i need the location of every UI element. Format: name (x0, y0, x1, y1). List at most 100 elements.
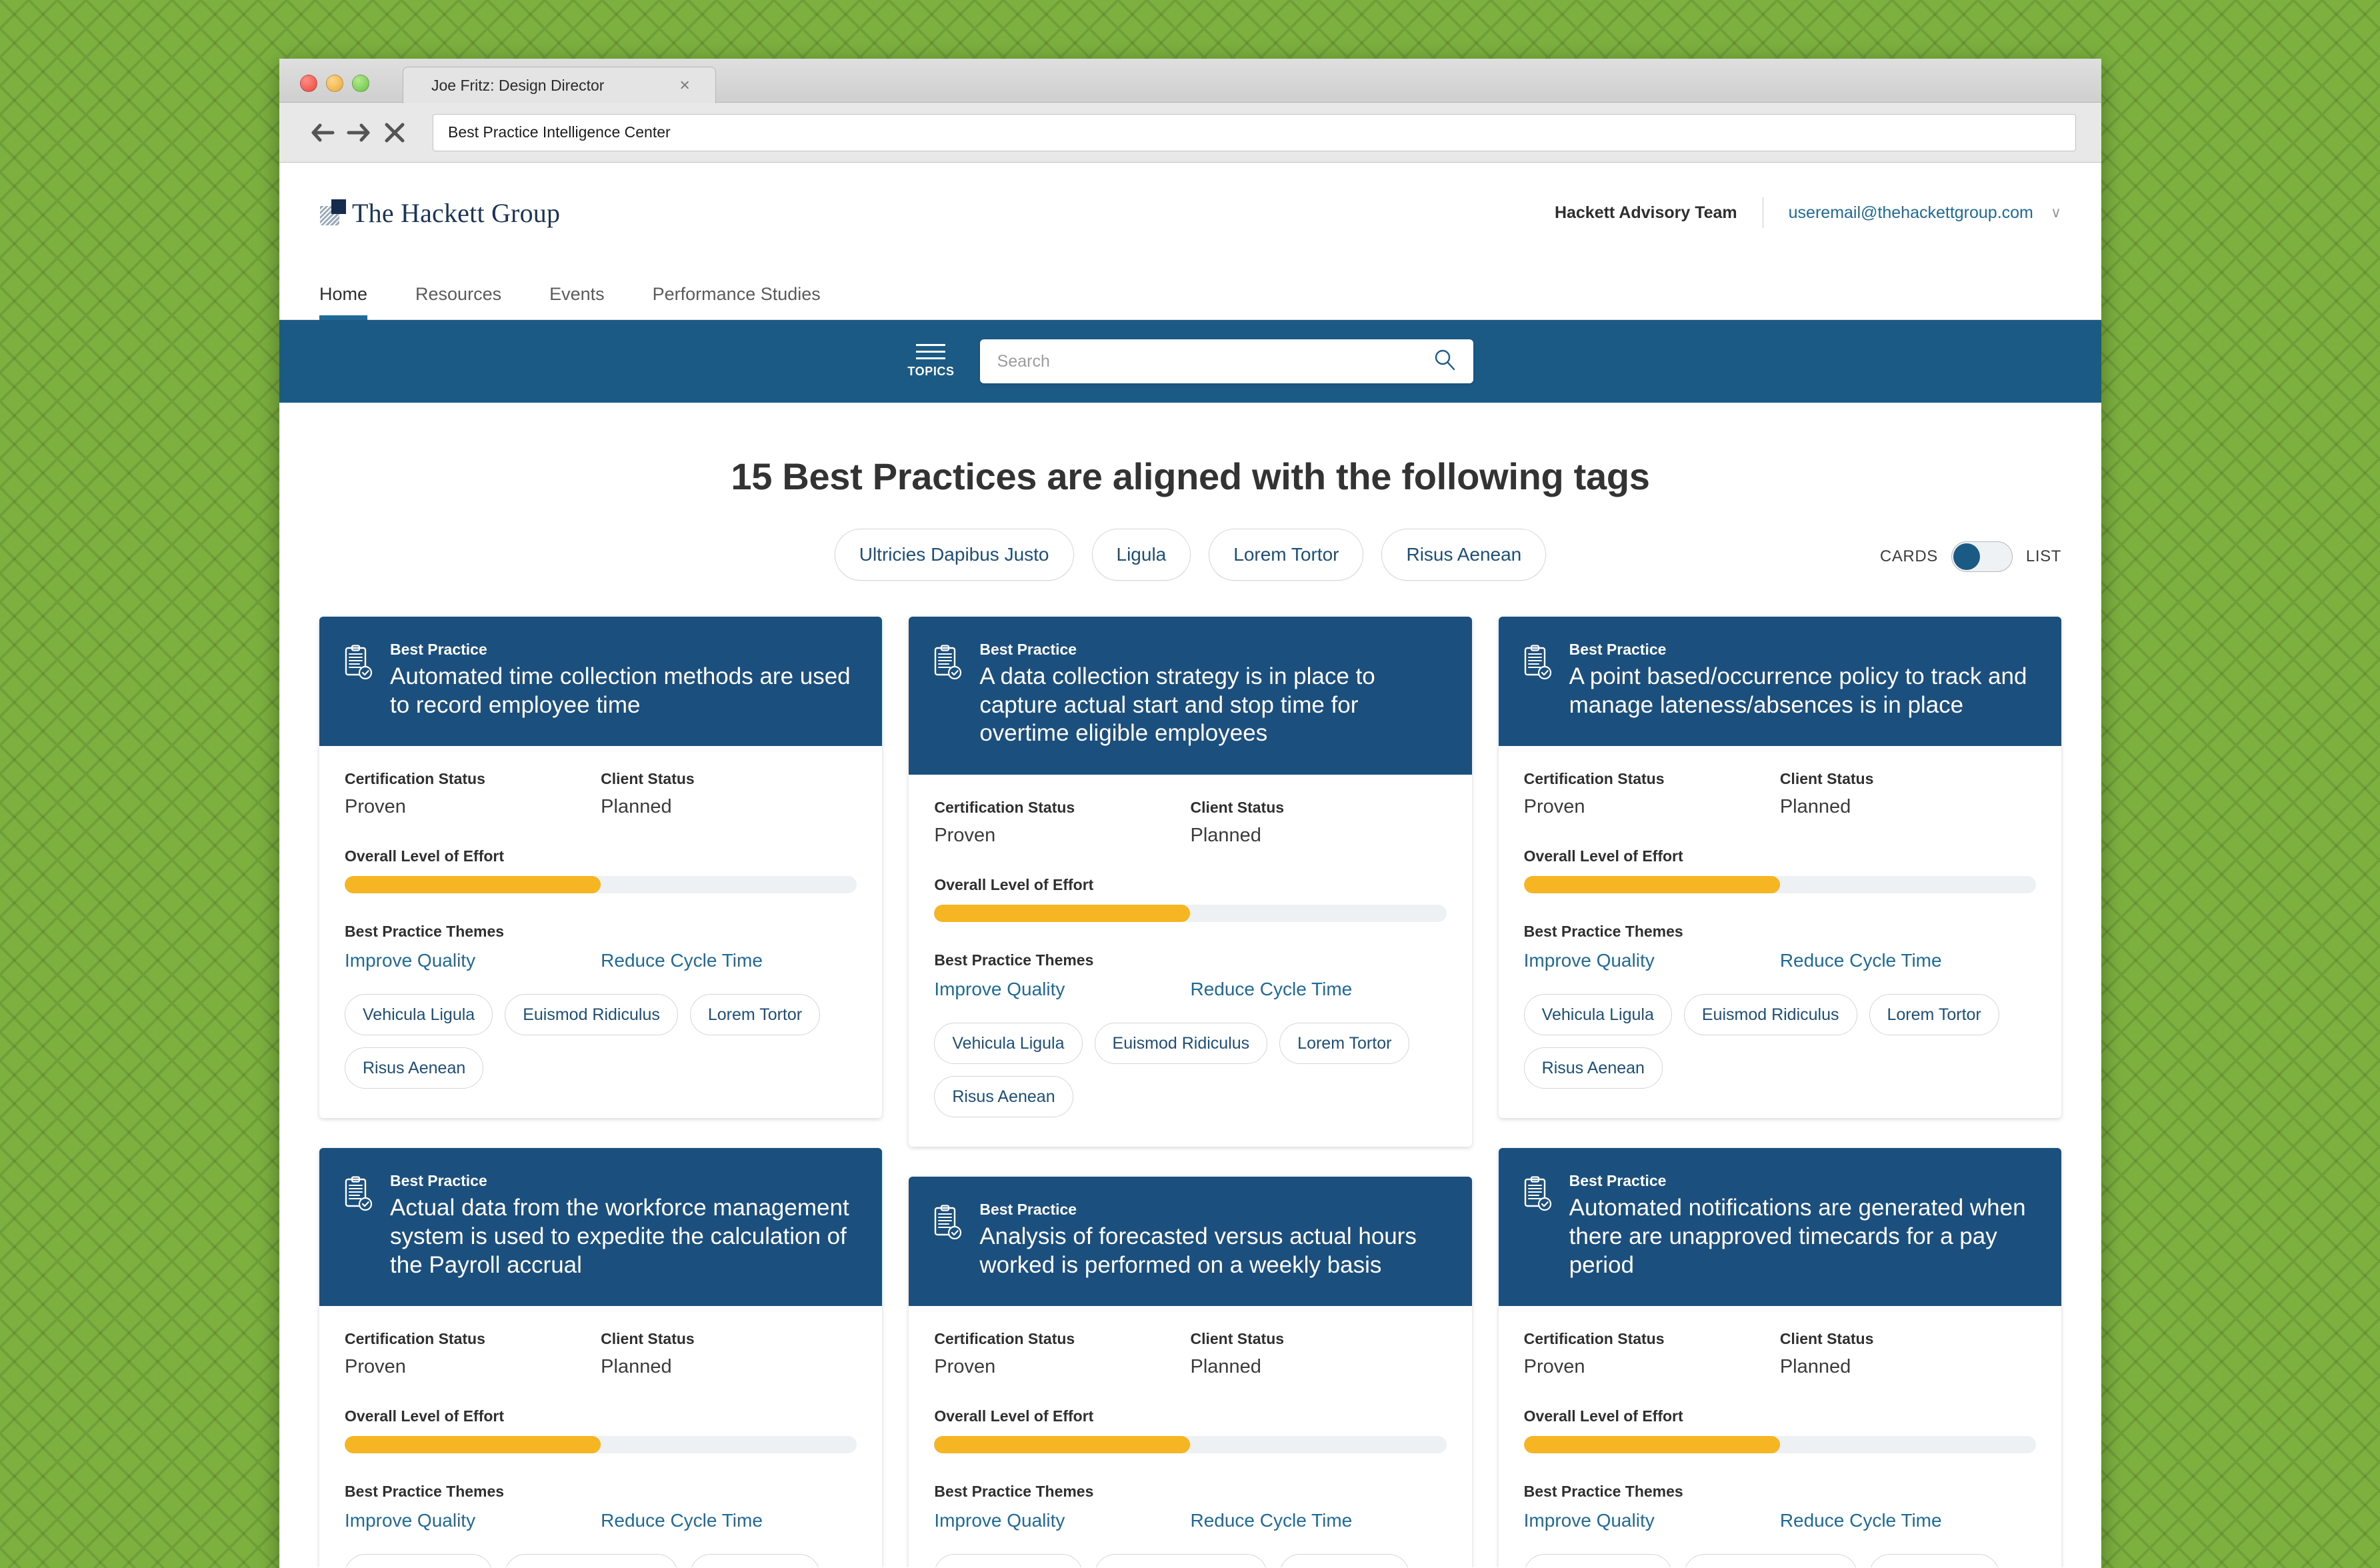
card-tag[interactable]: Vehicula Ligula (934, 1554, 1083, 1567)
clipboard-check-icon (1524, 645, 1551, 680)
card-theme-link[interactable]: Reduce Cycle Time (1190, 979, 1446, 1000)
filter-tag-1[interactable]: Ligula (1091, 529, 1191, 581)
best-practice-card[interactable]: Best Practice Automated notifications ar… (1498, 1148, 2061, 1567)
hackett-logo[interactable]: The Hackett Group (319, 197, 560, 229)
clipboard-check-icon (933, 1205, 963, 1279)
client-status-value: Planned (1779, 1356, 1851, 1378)
card-title: Actual data from the workforce managemen… (390, 1195, 849, 1278)
clipboard-check-icon (345, 645, 373, 680)
card-tag[interactable]: Lorem Tortor (689, 994, 821, 1036)
stop-x-icon[interactable] (377, 115, 413, 151)
effort-progress-bar (1523, 1436, 2036, 1454)
cards-view-label[interactable]: CARDS (1880, 547, 1938, 566)
card-tag[interactable]: Euismod Ridiculus (1094, 1554, 1268, 1567)
topics-menu-button[interactable]: TOPICS (907, 344, 954, 379)
nav-item-events[interactable]: Events (549, 284, 605, 319)
card-status-row: Certification Status Proven Client Statu… (345, 770, 857, 818)
card-theme-link[interactable]: Improve Quality (1524, 1510, 1780, 1531)
card-theme-link[interactable]: Improve Quality (1524, 950, 1780, 971)
card-tag[interactable]: Euismod Ridiculus (505, 994, 678, 1036)
effort-progress-fill (345, 1436, 601, 1454)
best-practice-card[interactable]: Best Practice Actual data from the workf… (319, 1148, 883, 1567)
card-tag[interactable]: Risus Aenean (934, 1076, 1073, 1118)
best-practice-card[interactable]: Best Practice Automated time collection … (319, 617, 883, 1119)
client-status-label: Client Status (1779, 770, 1874, 788)
minimize-window-button[interactable] (326, 75, 343, 92)
card-tag[interactable]: Risus Aenean (345, 1047, 484, 1089)
clipboard-check-icon (1523, 645, 1553, 719)
card-tag[interactable]: Euismod Ridiculus (1683, 1554, 1857, 1567)
card-tag[interactable]: Lorem Tortor (1869, 1554, 1999, 1567)
search-icon[interactable] (1433, 349, 1456, 375)
nav-item-resources[interactable]: Resources (415, 284, 501, 319)
browser-tab[interactable]: Joe Fritz: Design Director × (403, 67, 716, 103)
themes-label: Best Practice Themes (934, 951, 1094, 969)
close-window-button[interactable] (300, 75, 317, 92)
card-tag[interactable]: Euismod Ridiculus (1094, 1023, 1268, 1065)
card-tag[interactable]: Lorem Tortor (1279, 1554, 1410, 1567)
card-body: Certification Status Proven Client Statu… (909, 775, 1471, 1147)
card-themes: Improve Quality Reduce Cycle Time (345, 950, 857, 971)
card-theme-link[interactable]: Improve Quality (934, 979, 1190, 1000)
nav-item-home[interactable]: Home (319, 284, 368, 320)
card-body: Certification Status Proven Client Statu… (1499, 746, 2061, 1118)
card-themes: Improve Quality Reduce Cycle Time (1524, 1510, 2036, 1531)
card-tag[interactable]: Vehicula Ligula (1523, 994, 1672, 1036)
card-tag[interactable]: Vehicula Ligula (1523, 1554, 1672, 1567)
effort-progress-fill (1523, 876, 1780, 894)
maximize-window-button[interactable] (352, 75, 369, 92)
client-status: Client Status Planned (601, 1330, 857, 1378)
card-theme-link[interactable]: Reduce Cycle Time (1780, 950, 2036, 971)
card-tag-list: Vehicula Ligula Euismod Ridiculus Lorem To… (1523, 1554, 2036, 1567)
back-arrow-icon[interactable] (305, 115, 341, 151)
filter-tag-2[interactable]: Lorem Tortor (1209, 529, 1364, 581)
clipboard-check-icon (1523, 1176, 1553, 1279)
best-practice-card[interactable]: Best Practice A data collection strategy… (909, 617, 1472, 1147)
card-theme-link[interactable]: Reduce Cycle Time (601, 950, 857, 971)
card-tag[interactable]: Euismod Ridiculus (505, 1554, 678, 1567)
advisory-team-label: Hackett Advisory Team (1554, 203, 1737, 222)
best-practice-card[interactable]: Best Practice A point based/occurrence p… (1498, 617, 2061, 1119)
card-kicker: Best Practice (390, 641, 487, 658)
forward-arrow-icon[interactable] (341, 115, 377, 151)
card-body: Certification Status Proven Client Statu… (1499, 1306, 2061, 1567)
close-icon[interactable]: × (679, 76, 690, 95)
best-practice-card[interactable]: Best Practice Analysis of forecasted ver… (909, 1177, 1472, 1567)
client-status-label: Client Status (1779, 1330, 1874, 1348)
card-theme-link[interactable]: Reduce Cycle Time (601, 1510, 857, 1531)
chevron-down-icon[interactable]: ∨ (2051, 204, 2061, 221)
card-tag[interactable]: Euismod Ridiculus (1683, 994, 1857, 1036)
list-view-label[interactable]: LIST (2026, 547, 2061, 566)
effort-progress-bar (1523, 876, 2036, 894)
card-theme-link[interactable]: Reduce Cycle Time (1190, 1510, 1446, 1531)
themes-label: Best Practice Themes (934, 1483, 1094, 1501)
card-body: Certification Status Proven Client Statu… (319, 746, 882, 1118)
card-theme-link[interactable]: Improve Quality (345, 950, 601, 971)
card-tag[interactable]: Vehicula Ligula (345, 994, 493, 1036)
card-tag[interactable]: Lorem Tortor (1279, 1023, 1410, 1065)
card-theme-link[interactable]: Reduce Cycle Time (1780, 1510, 2036, 1531)
browser-window: Joe Fritz: Design Director × Best Practi… (279, 59, 2101, 1568)
filter-tag-3[interactable]: Risus Aenean (1381, 529, 1547, 581)
card-themes: Improve Quality Reduce Cycle Time (934, 979, 1446, 1000)
card-tag[interactable]: Lorem Tortor (689, 1554, 821, 1567)
card-theme-link[interactable]: Improve Quality (345, 1510, 601, 1531)
browser-tab-title: Joe Fritz: Design Director (431, 76, 605, 94)
view-mode-switch[interactable] (1951, 541, 2013, 572)
card-tag[interactable]: Vehicula Ligula (934, 1023, 1083, 1065)
card-tag[interactable]: Risus Aenean (1523, 1047, 1663, 1089)
card-theme-link[interactable]: Improve Quality (934, 1510, 1190, 1531)
certification-status-value: Proven (1523, 796, 1585, 818)
nav-item-performance-studies[interactable]: Performance Studies (653, 284, 821, 319)
card-tag[interactable]: Lorem Tortor (1869, 994, 1999, 1036)
search-input[interactable]: Search (979, 339, 1473, 383)
topics-label: TOPICS (907, 365, 955, 378)
site-header: The Hackett Group Hackett Advisory Team … (279, 163, 2101, 263)
card-tag[interactable]: Vehicula Ligula (345, 1554, 493, 1567)
address-bar[interactable]: Best Practice Intelligence Center (433, 113, 2076, 151)
card-kicker: Best Practice (979, 1201, 1077, 1219)
filter-tag-0[interactable]: Ultricies Dapibus Justo (834, 529, 1074, 581)
effort-label: Overall Level of Effort (934, 876, 1094, 894)
card-kicker: Best Practice (1569, 1172, 1667, 1190)
user-email-link[interactable]: useremail@thehackettgroup.com (1789, 203, 2033, 223)
